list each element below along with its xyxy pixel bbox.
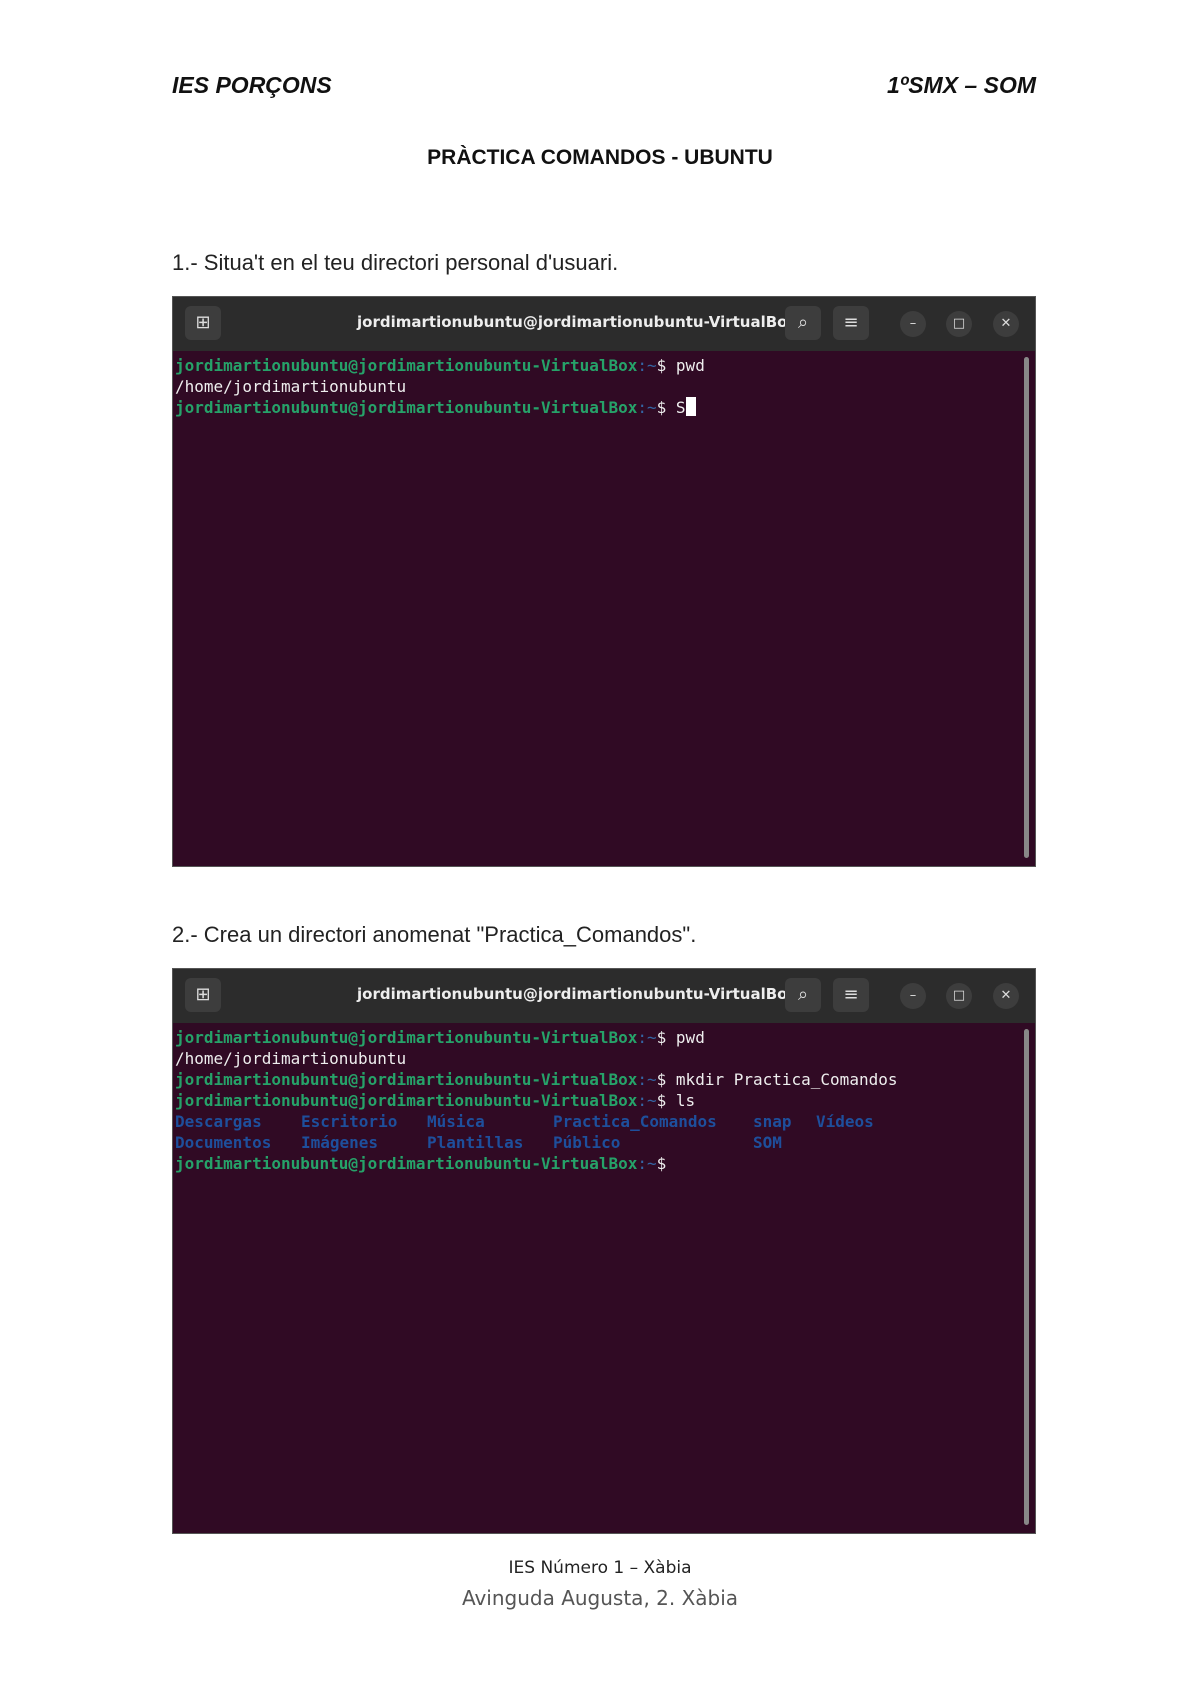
close-icon: ✕ bbox=[993, 983, 1019, 1009]
menu-icon: ≡ bbox=[833, 306, 869, 340]
document-page: IES PORÇONS 1ºSMX – SOM PRÀCTICA COMANDO… bbox=[0, 0, 1200, 1696]
search-icon: ⌕ bbox=[785, 978, 821, 1012]
close-icon: ✕ bbox=[993, 311, 1019, 337]
scrollbar bbox=[1024, 357, 1029, 858]
terminal-screenshot-1: ⊞ jordimartionubuntu@jordimartionubuntu-… bbox=[172, 296, 1036, 867]
question-1: 1.- Situa't en el teu directori personal… bbox=[172, 250, 619, 275]
terminal-titlebar: ⊞ jordimartionubuntu@jordimartionubuntu-… bbox=[173, 297, 1035, 351]
page-title: PRÀCTICA COMANDOS - UBUNTU bbox=[427, 146, 773, 169]
question-2: 2.- Crea un directori anomenat "Practica… bbox=[172, 922, 697, 947]
scrollbar bbox=[1024, 1029, 1029, 1525]
terminal-output: jordimartionubuntu@jordimartionubuntu-Vi… bbox=[175, 356, 705, 417]
minimize-icon: – bbox=[900, 983, 926, 1009]
terminal-output: jordimartionubuntu@jordimartionubuntu-Vi… bbox=[175, 1028, 898, 1173]
minimize-icon: – bbox=[900, 311, 926, 337]
search-icon: ⌕ bbox=[785, 306, 821, 340]
header-school: IES PORÇONS bbox=[172, 72, 332, 98]
terminal-screenshot-2: ⊞ jordimartionubuntu@jordimartionubuntu-… bbox=[172, 968, 1036, 1534]
terminal-titlebar: ⊞ jordimartionubuntu@jordimartionubuntu-… bbox=[173, 969, 1035, 1023]
footer-line-2: Avinguda Augusta, 2. Xàbia bbox=[461, 1586, 739, 1610]
maximize-icon: □ bbox=[946, 311, 972, 337]
footer-line-1: IES Número 1 – Xàbia bbox=[508, 1558, 692, 1578]
cursor bbox=[685, 397, 696, 416]
menu-icon: ≡ bbox=[833, 978, 869, 1012]
header-course: 1ºSMX – SOM bbox=[887, 72, 1036, 98]
maximize-icon: □ bbox=[946, 983, 972, 1009]
